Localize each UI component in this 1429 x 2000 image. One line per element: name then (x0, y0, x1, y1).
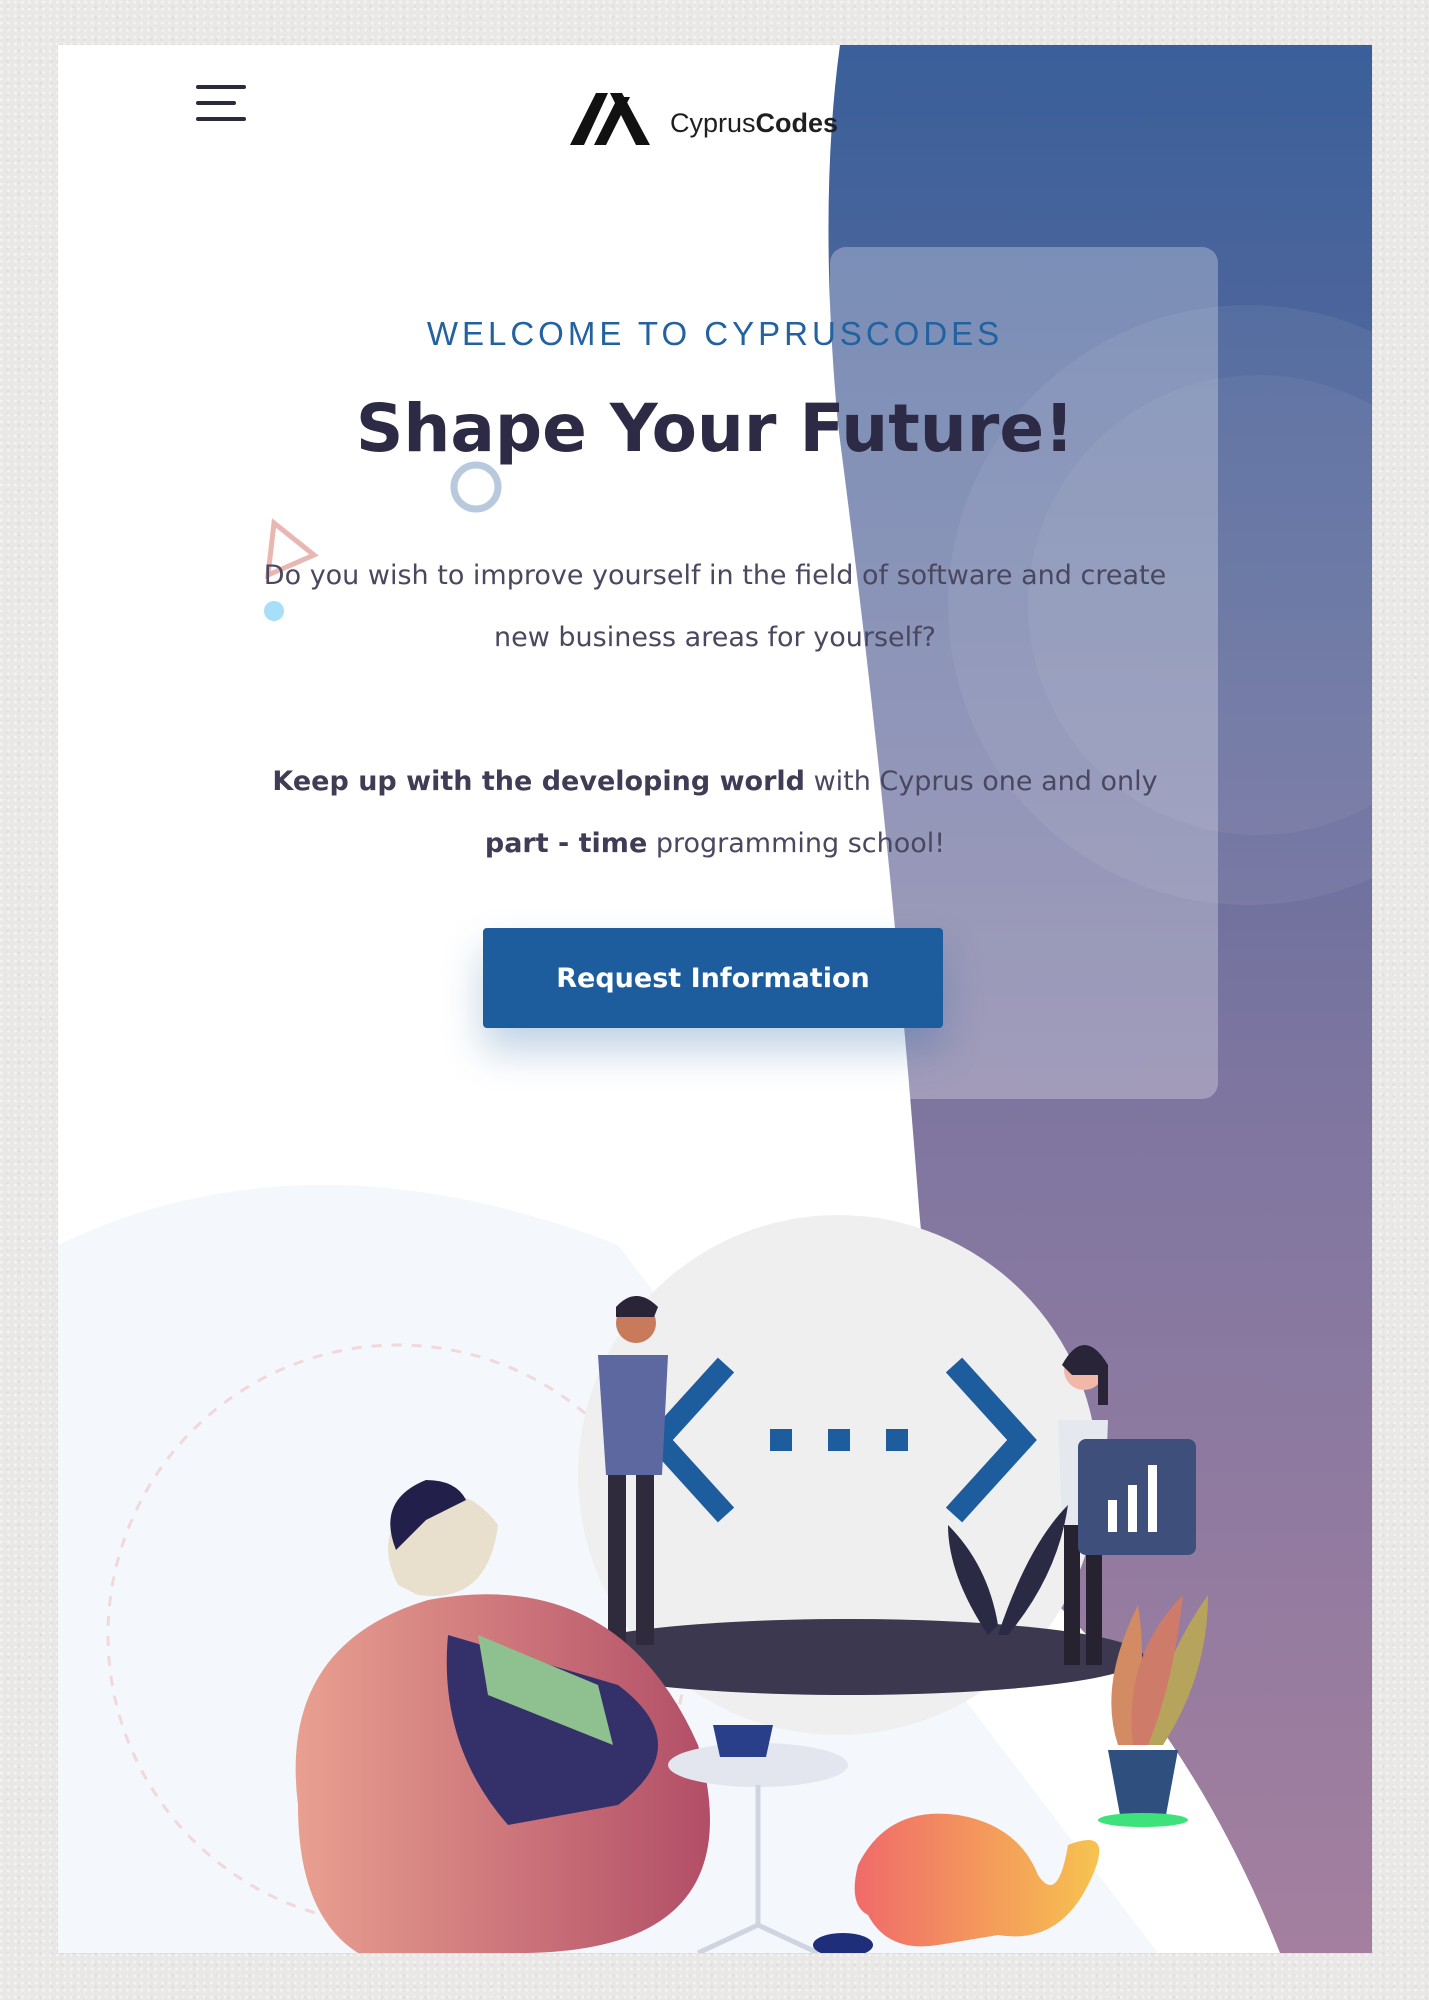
tagline-mid: with Cyprus one and only (804, 766, 1158, 797)
hero-intro: Do you wish to improve yourself in the f… (263, 560, 1167, 653)
logo-mark-icon (570, 93, 650, 145)
logo[interactable]: CyprusCodes (570, 75, 838, 145)
tagline-end: programming school! (647, 828, 946, 859)
bar-chart-icon (1078, 1439, 1196, 1555)
logo-text-bold: Codes (755, 108, 839, 138)
logo-text-light: Cyprus (670, 108, 756, 138)
tagline-bold-2: part - time (484, 828, 648, 859)
website-frame: CyprusCodes WELCOME TO CYPRUSCODES Shape… (58, 45, 1372, 1953)
request-information-button[interactable]: Request Information (483, 928, 943, 1028)
hamburger-menu-icon[interactable] (196, 85, 248, 127)
tagline-bold-1: Keep up with the developing world (272, 766, 805, 797)
hero-title: Shape Your Future! (355, 390, 1075, 467)
hero-tagline: Keep up with the developing world with C… (258, 751, 1172, 875)
logo-text: CyprusCodes (670, 108, 838, 139)
hero-kicker: WELCOME TO CYPRUSCODES (426, 315, 1004, 352)
